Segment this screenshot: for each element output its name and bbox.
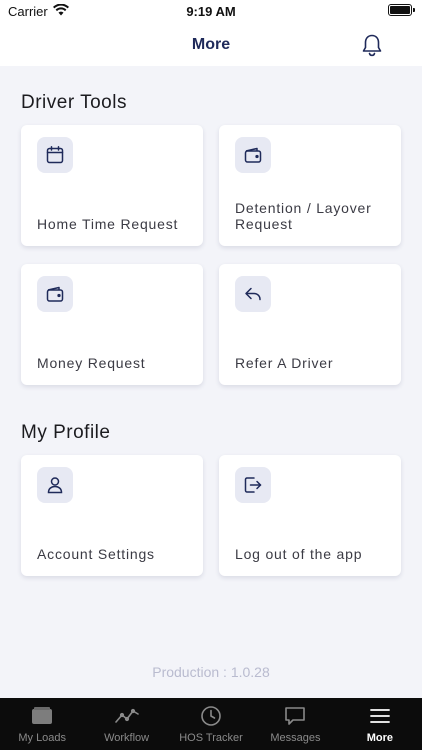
user-icon <box>37 467 73 503</box>
card-label: Detention / Layover Request <box>235 200 372 232</box>
status-time: 9:19 AM <box>186 4 236 19</box>
section-title-my-profile: My Profile <box>21 422 111 443</box>
tab-more[interactable]: More <box>338 698 422 750</box>
wallet-icon <box>235 137 271 173</box>
tab-label: Workflow <box>104 732 150 744</box>
calendar-icon <box>37 137 73 173</box>
card-label: Money Request <box>37 355 146 371</box>
page-title: More <box>191 36 231 53</box>
tab-bar: My Loads Workflow HOS Tracker Messages M… <box>0 698 422 750</box>
clock-icon <box>200 704 222 728</box>
section-title-driver-tools: Driver Tools <box>21 92 127 113</box>
tab-label: Messages <box>270 732 321 744</box>
log-out-card[interactable]: Log out of the app <box>219 455 401 576</box>
version-label: Production : 1.0.28 <box>152 664 270 680</box>
status-bar: Carrier 9:19 AM <box>0 0 422 24</box>
bell-icon <box>362 34 382 57</box>
header: More <box>0 24 422 66</box>
menu-icon <box>369 704 391 728</box>
wallet-icon <box>37 276 73 312</box>
card-label: Account Settings <box>37 546 155 562</box>
truck-icon <box>31 704 53 728</box>
card-label: Home Time Request <box>37 216 179 232</box>
notifications-button[interactable] <box>358 31 386 59</box>
tab-my-loads[interactable]: My Loads <box>0 698 84 750</box>
detention-layover-request-card[interactable]: Detention / Layover Request <box>219 125 401 246</box>
refer-a-driver-card[interactable]: Refer A Driver <box>219 264 401 385</box>
tab-label: My Loads <box>18 732 67 744</box>
tab-label: HOS Tracker <box>179 732 243 744</box>
card-label: Log out of the app <box>235 546 363 562</box>
tab-workflow[interactable]: Workflow <box>84 698 168 750</box>
card-label: Refer A Driver <box>235 355 334 371</box>
tab-hos-tracker[interactable]: HOS Tracker <box>169 698 253 750</box>
workflow-icon <box>114 704 140 728</box>
tab-messages[interactable]: Messages <box>253 698 337 750</box>
home-time-request-card[interactable]: Home Time Request <box>21 125 203 246</box>
battery-icon <box>388 4 415 16</box>
account-settings-card[interactable]: Account Settings <box>21 455 203 576</box>
reply-icon <box>235 276 271 312</box>
logout-icon <box>235 467 271 503</box>
tab-label: More <box>366 732 393 744</box>
money-request-card[interactable]: Money Request <box>21 264 203 385</box>
message-icon <box>284 704 306 728</box>
